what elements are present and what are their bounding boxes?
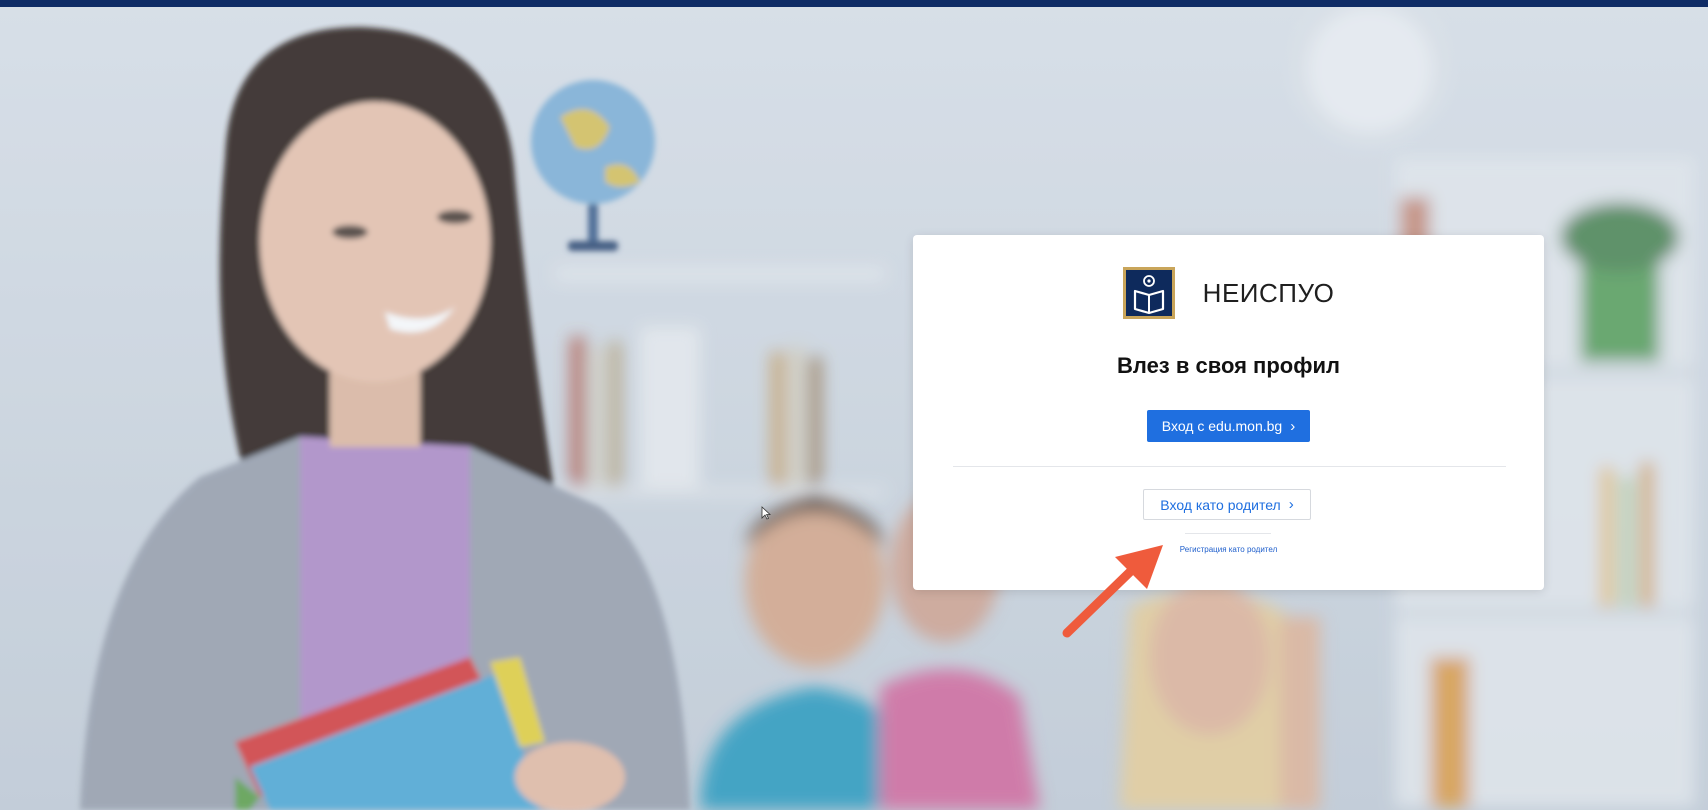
login-card: НЕИСПУО Влез в своя профил Вход с edu.mo… — [913, 235, 1544, 590]
login-parent-button[interactable]: Вход като родител › — [1143, 489, 1311, 520]
login-page: НЕИСПУО Влез в своя профил Вход с edu.mo… — [0, 0, 1708, 810]
card-divider — [953, 466, 1506, 467]
annotation-arrow-icon — [1062, 545, 1163, 638]
brand-name: НЕИСПУО — [1202, 277, 1335, 308]
top-strip — [0, 0, 1708, 7]
login-edu-mon-button[interactable]: Вход с edu.mon.bg › — [1147, 410, 1310, 442]
chevron-right-icon: › — [1288, 496, 1294, 513]
login-parent-label: Вход като родител — [1160, 496, 1281, 513]
register-parent-link[interactable]: Регистрация като родител — [913, 545, 1544, 554]
login-title: Влез в своя профил — [1117, 353, 1340, 378]
brand-header: НЕИСПУО — [913, 267, 1544, 319]
book-logo-icon — [1122, 267, 1175, 319]
chevron-right-icon: › — [1290, 417, 1296, 435]
login-edu-mon-label: Вход с edu.mon.bg — [1161, 418, 1283, 434]
mouse-pointer-icon — [761, 506, 771, 520]
link-divider — [1185, 533, 1271, 534]
